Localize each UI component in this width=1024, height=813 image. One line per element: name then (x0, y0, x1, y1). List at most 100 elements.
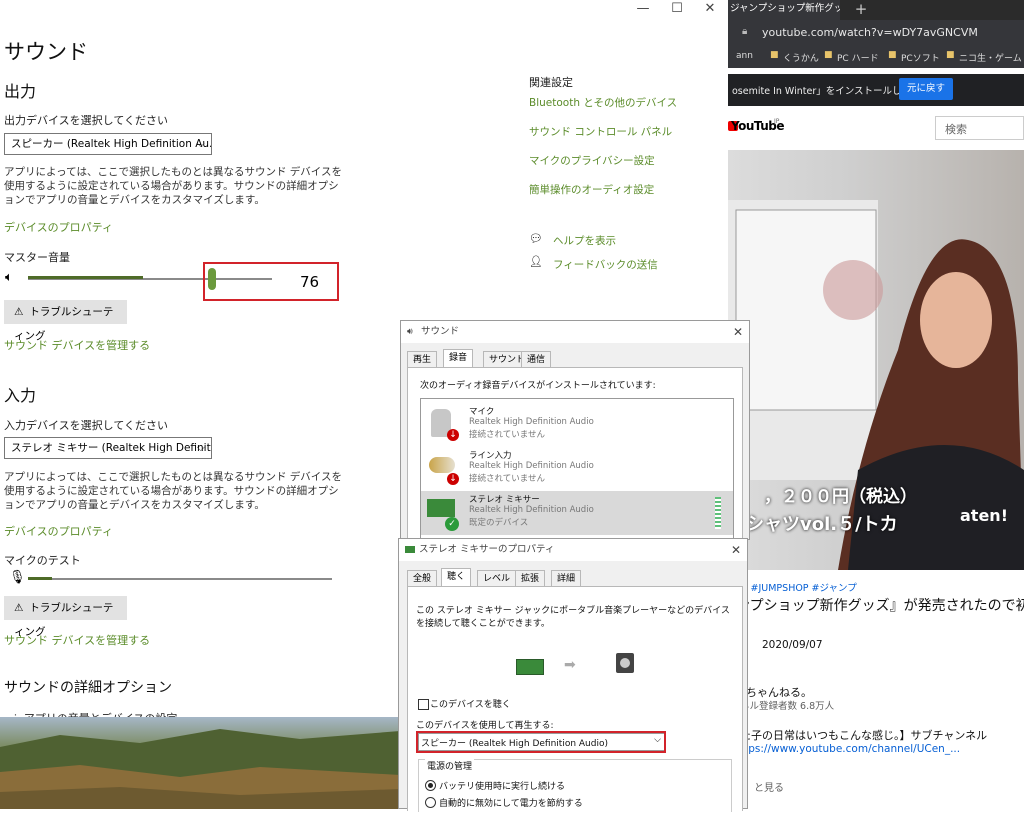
device-name: ライン入力 (469, 451, 512, 461)
manage-devices-link[interactable]: サウンド デバイスを管理する (4, 632, 150, 648)
page-title: サウンド (4, 40, 88, 64)
power-option-label: バッテリ使用時に実行し続ける (439, 782, 566, 792)
desktop-wallpaper (0, 717, 400, 809)
youtube-header: YouTube JP 検索 (728, 106, 1024, 150)
feedback-icon: 👤︎ (529, 255, 543, 268)
search-input[interactable]: 検索 (935, 116, 1024, 140)
tab-general[interactable]: 全般 (407, 570, 438, 586)
device-name: ステレオ ミキサー (469, 495, 540, 505)
dialog-title: サウンド (421, 326, 460, 337)
warning-icon: ⚠ (14, 306, 24, 318)
related-link-bluetooth[interactable]: Bluetooth とその他のデバイス (529, 95, 677, 110)
tab-panel: この ステレオ ミキサー ジャックにポータブル音楽プレーヤーなどのデバイスを接続… (407, 586, 743, 812)
related-link-mic-privacy[interactable]: マイクのプライバシー設定 (529, 153, 655, 168)
browser-tab[interactable]: ジャンプショップ新作グッ ✕ (728, 0, 840, 20)
related-heading: 関連設定 (529, 76, 573, 89)
bookmark-item[interactable]: ann (736, 51, 753, 61)
level-meter (715, 497, 721, 529)
power-option-label: 自動的に無効にして電力を節約する (439, 799, 583, 809)
browser-window: ジャンプショップ新作グッ ✕ + 🔒︎ youtube.com/watch?v=… (728, 0, 1024, 809)
url-text[interactable]: youtube.com/watch?v=wDY7avGNCVM (762, 26, 978, 39)
speaker-cone-icon (620, 658, 630, 668)
video-caption: ，２００円（税込） (764, 487, 917, 507)
output-description: アプリによっては、ここで選択したものとは異なるサウンド デバイスを使用するように… (4, 166, 342, 206)
speaker-icon[interactable]: 🔈︎ (5, 270, 13, 285)
power-group: 電源の管理 バッテリ使用時に実行し続ける 自動的に無効にして電力を節約する (418, 759, 732, 812)
check-icon: ✓ (445, 517, 459, 531)
video-caption: aten! (960, 506, 1008, 525)
disconnected-icon: ↓ (447, 429, 459, 441)
landscape-image (0, 729, 400, 809)
output-properties-link[interactable]: デバイスのプロパティ (4, 219, 113, 235)
power-option-radio[interactable] (425, 780, 436, 791)
tab-levels[interactable]: レベル (477, 570, 517, 586)
dialog-titlebar: ステレオ ミキサーのプロパティ ✕ (399, 539, 747, 561)
output-select-label: 出力デバイスを選択してください (4, 114, 169, 127)
lock-icon: 🔒︎ (742, 26, 748, 37)
device-item-mic[interactable]: ↓ マイク Realtek High Definition Audio 接続され… (421, 403, 733, 447)
listen-checkbox-label: このデバイスを聴く (430, 700, 511, 710)
region-label: JP (774, 118, 780, 125)
search-placeholder: 検索 (945, 123, 967, 136)
description-link[interactable]: ttps://www.youtube.com/channel/UCen_... (740, 743, 960, 755)
radio-dot (428, 783, 433, 788)
device-name: マイク (469, 407, 495, 417)
properties-dialog: ステレオ ミキサーのプロパティ ✕ 全般 聴く レベル 拡張 詳細 この ステレ… (398, 538, 748, 812)
close-button[interactable]: ✕ (695, 0, 725, 18)
undo-button[interactable]: 元に戻す (899, 78, 953, 100)
video-player[interactable]: ，２００円（税込） イシャツvol.５/トカ aten! (728, 150, 1024, 570)
bookmarks-bar: ann ■ くうかん ■ PC ハード ■ PCソフト ■ ニコ生・ゲーム (728, 46, 1024, 68)
arrow-right-icon: ➡ (564, 657, 576, 673)
tab-panel: 次のオーディオ録音デバイスがインストールされています: ↓ マイク Realte… (407, 367, 743, 550)
manage-devices-link[interactable]: サウンド デバイスを管理する (4, 337, 150, 353)
video-caption: イシャツvol.５/トカ (728, 514, 898, 535)
troubleshoot-button[interactable]: ⚠ トラブルシューティング (4, 300, 127, 342)
hashtags[interactable]: ジ #JUMPSHOP #ジャンプ (738, 580, 857, 594)
bookmark-item[interactable]: ニコ生・ゲーム (959, 51, 1022, 64)
bookmark-item[interactable]: くうかん (783, 51, 819, 64)
subscriber-count: ネル登録者数 6.8万人 (740, 701, 835, 712)
input-properties-link[interactable]: デバイスのプロパティ (4, 523, 113, 539)
input-description: アプリによっては、ここで選択したものとは異なるサウンド デバイスを使用するように… (4, 471, 342, 511)
listen-checkbox[interactable] (418, 699, 429, 710)
minimize-button[interactable]: — (628, 0, 658, 18)
address-bar[interactable]: 🔒︎ youtube.com/watch?v=wDY7avGNCVM (728, 20, 1024, 46)
dialog-titlebar: 🔊︎ サウンド ✕ (401, 321, 749, 343)
input-device-select[interactable]: ステレオ ミキサー (Realtek High Definiti... ⌵ (4, 437, 212, 459)
maximize-button[interactable]: ☐ (662, 0, 692, 18)
bookmark-item[interactable]: PCソフト (901, 51, 940, 64)
sound-card-icon (516, 659, 544, 675)
tab-playback[interactable]: 再生 (407, 351, 438, 367)
related-link-accessibility[interactable]: 簡単操作のオーディオ設定 (529, 182, 654, 197)
related-link-control-panel[interactable]: サウンド コントロール パネル (529, 124, 672, 139)
tab-recording[interactable]: 録音 (443, 349, 474, 367)
help-link[interactable]: ヘルプを表示 (553, 233, 616, 248)
power-option-radio[interactable] (425, 797, 436, 808)
close-icon[interactable]: ✕ (733, 321, 743, 343)
show-more-link[interactable]: と見る (754, 779, 784, 794)
new-tab-button[interactable]: + (850, 0, 872, 20)
troubleshoot-button[interactable]: ⚠ トラブルシューティング (4, 596, 127, 638)
device-item-line-in[interactable]: ↓ ライン入力 Realtek High Definition Audio 接続… (421, 447, 733, 491)
tab-listen[interactable]: 聴く (441, 568, 472, 586)
video-title: ンプショップ新作グッズ』が発売されたので初 (736, 598, 1024, 614)
output-device-select[interactable]: スピーカー (Realtek High Definition Au... ⌵ (4, 133, 212, 155)
mic-test-label: マイクのテスト (4, 554, 81, 567)
device-driver: Realtek High Definition Audio (469, 417, 594, 427)
master-volume-label: マスター音量 (4, 251, 70, 264)
tab-enhancements[interactable]: 拡張 (515, 570, 546, 586)
intro-text: 次のオーディオ録音デバイスがインストールされています: (420, 381, 656, 391)
tab-advanced[interactable]: 詳細 (551, 570, 582, 586)
close-icon[interactable]: ✕ (731, 539, 741, 561)
output-heading: 出力 (4, 82, 37, 101)
advanced-heading: サウンドの詳細オプション (4, 680, 172, 696)
device-item-stereo-mix[interactable]: ✓ ステレオ ミキサー Realtek High Definition Audi… (421, 491, 733, 535)
input-select-label: 入力デバイスを選択してください (4, 419, 169, 432)
feedback-link[interactable]: フィードバックの送信 (553, 257, 658, 272)
warning-icon: ⚠ (14, 602, 24, 614)
bookmark-item[interactable]: PC ハード (837, 51, 879, 64)
tab-communications[interactable]: 通信 (521, 351, 552, 367)
volume-slider-fill (28, 276, 143, 279)
sound-card-icon (405, 546, 415, 553)
disconnected-icon: ↓ (447, 473, 459, 485)
